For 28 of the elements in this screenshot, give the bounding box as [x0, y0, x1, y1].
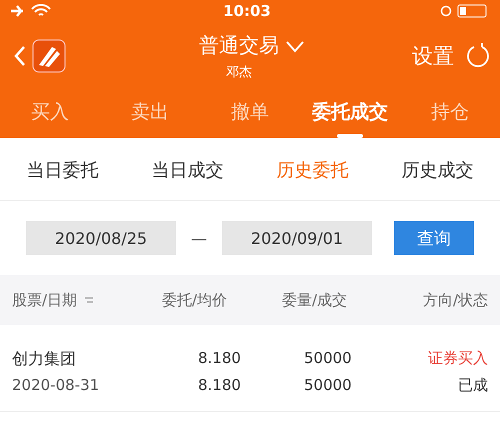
table-cell-text: 证券买入 — [428, 349, 488, 369]
account-name: 邓杰 — [226, 64, 252, 80]
page-title: 普通交易 — [199, 32, 279, 58]
column-header: 委量/成交 — [282, 290, 348, 310]
date-separator: — — [190, 228, 208, 248]
status-time: 10:03 — [223, 2, 271, 20]
back-icon[interactable] — [14, 45, 26, 67]
table-cell: 已成 — [458, 376, 488, 395]
table-cell-text: 50000 — [303, 349, 352, 369]
trade-tab[interactable]: 买入 — [0, 90, 100, 138]
table-cell-text: 8.180 — [197, 349, 241, 369]
table-cell-text: 50000 — [303, 376, 352, 395]
trade-tab[interactable]: 撤单 — [200, 90, 300, 138]
column-header: 股票/日期 — [12, 290, 78, 310]
column-header: 方向/状态 — [422, 290, 488, 310]
app-logo-icon — [32, 39, 66, 73]
settings-button[interactable]: 设置 — [412, 42, 454, 70]
trade-tab[interactable]: 持仓 — [400, 90, 500, 138]
chevron-down-icon[interactable] — [285, 40, 305, 54]
query-button[interactable]: 查询 — [394, 221, 474, 255]
trade-tab[interactable]: 卖出 — [100, 90, 200, 138]
end-date-field[interactable]: 2020/09/01 — [222, 221, 372, 255]
column-header: 委托/均价 — [162, 290, 228, 310]
refresh-icon[interactable] — [466, 43, 490, 69]
start-date-field[interactable]: 2020/08/25 — [26, 221, 176, 255]
table-cell-text: 8.180 — [197, 376, 241, 395]
table-cell: 创力集团 — [12, 349, 76, 370]
table-cell: 2020-08-31 — [12, 376, 100, 395]
